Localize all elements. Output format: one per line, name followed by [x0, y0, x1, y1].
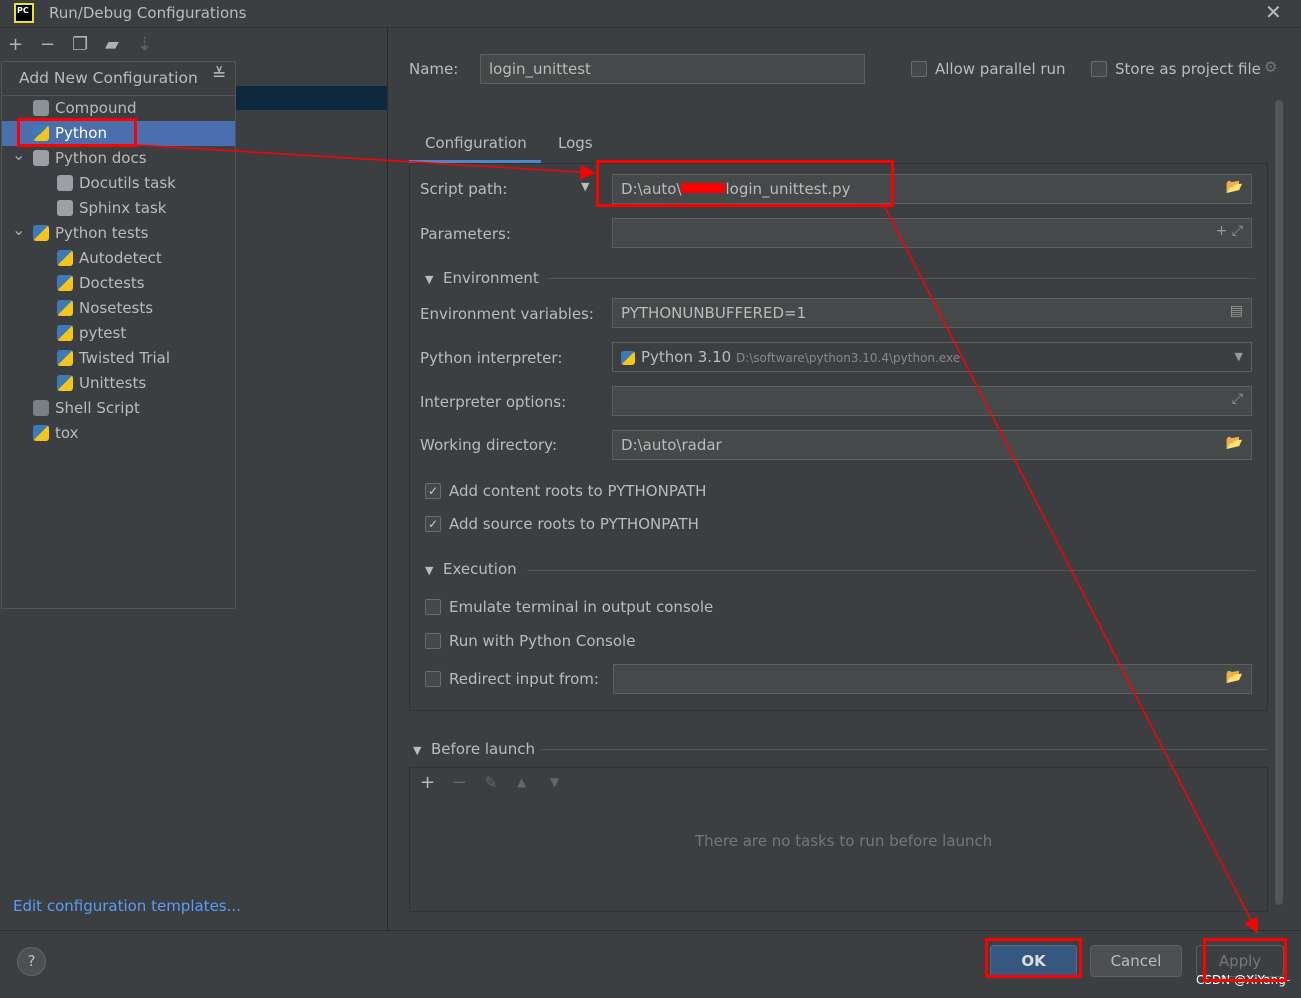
arrow	[884, 206, 1258, 934]
arrow	[136, 144, 596, 180]
annotation-arrows	[136, 144, 1258, 934]
